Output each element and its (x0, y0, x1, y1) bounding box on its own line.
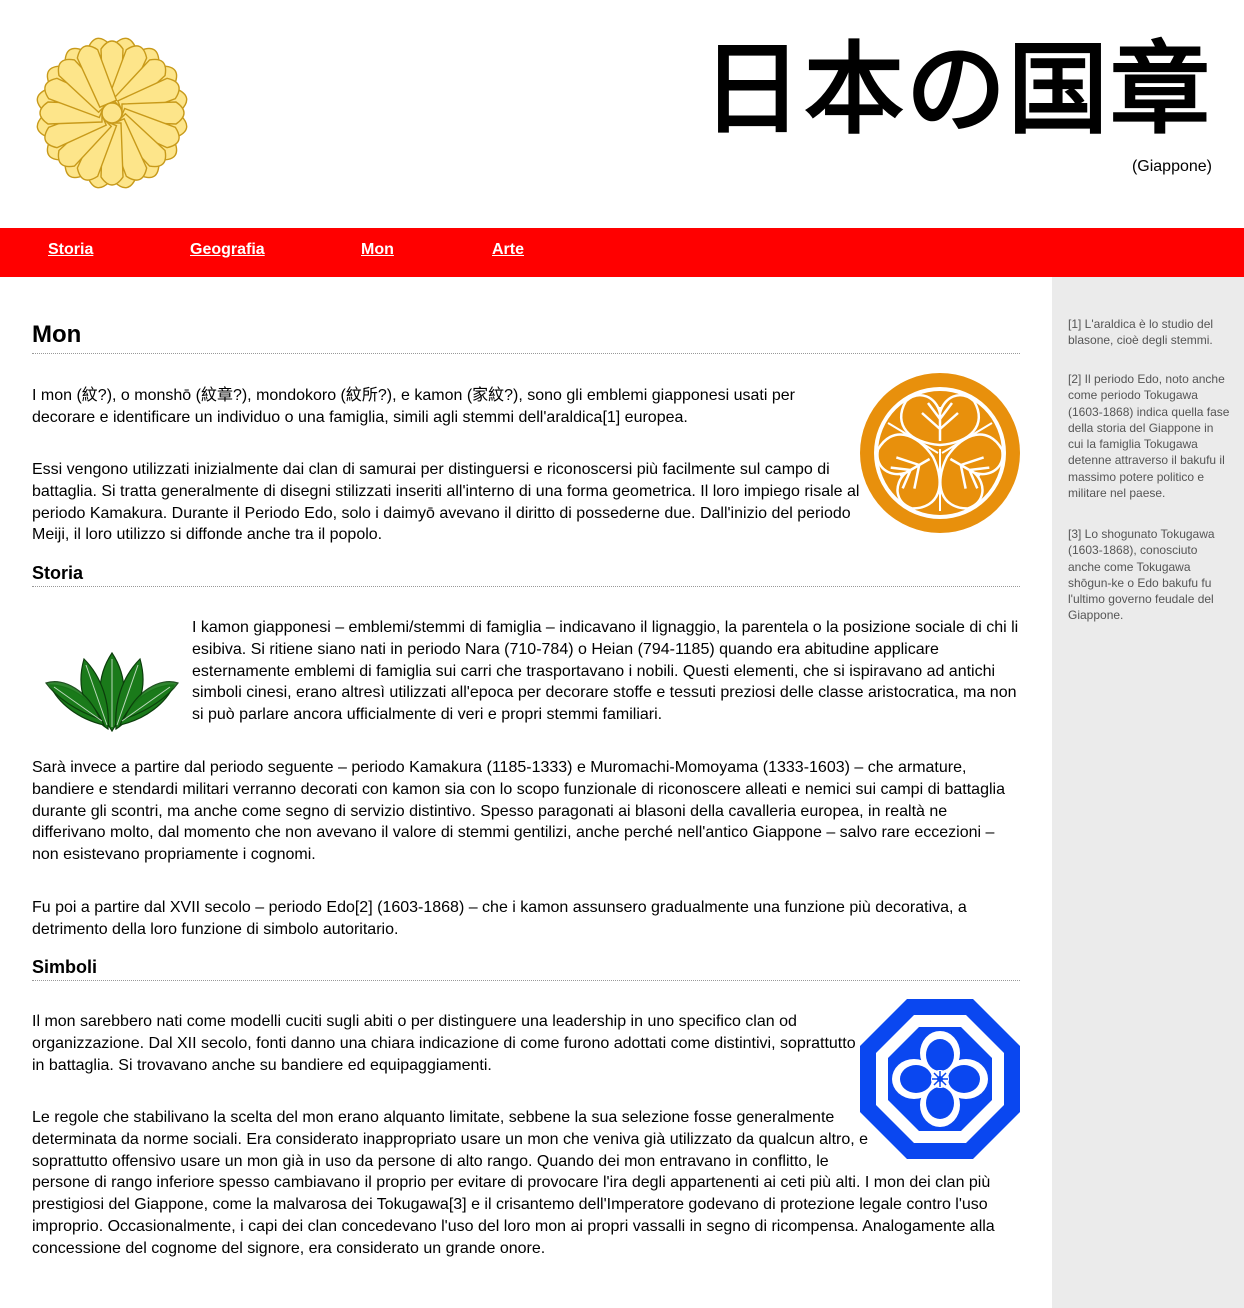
section-heading-simboli: Simboli (32, 957, 1020, 981)
storia-paragraph-2: Sarà invece a partire dal periodo seguen… (32, 759, 1005, 864)
nav-link-arte[interactable]: Arte (492, 241, 524, 259)
intro-paragraph-1: I mon (紋?), o monshō (紋章?), mondokoro (紋… (32, 387, 795, 426)
tokugawa-hollyhock-mon-icon (860, 373, 1020, 533)
simboli-paragraph-2: Le regole che stabilivano la scelta del … (32, 1107, 1020, 1260)
bamboo-leaves-mon-icon (45, 651, 179, 733)
footnote-2: [2] Il periodo Edo, noto anche come peri… (1068, 372, 1230, 501)
simboli-paragraph-1: Il mon sarebbero nati come modelli cucit… (32, 1013, 856, 1074)
section-title-mon: Mon (32, 321, 1020, 354)
storia-paragraph-3: Fu poi a partire dal XVII secolo – perio… (32, 899, 967, 938)
page-header: 日本の国章 (Giappone) (0, 0, 1244, 228)
nav-link-storia[interactable]: Storia (48, 241, 93, 259)
nav-link-geografia[interactable]: Geografia (190, 241, 265, 259)
footnote-3: [3] Lo shogunato Tokugawa (1603-1868), c… (1068, 527, 1215, 623)
footnotes-sidebar: [1] L'araldica è lo studio del blasone, … (1052, 277, 1244, 1308)
page-subtitle: (Giappone) (1131, 158, 1212, 175)
intro-paragraph-2: Essi vengono utilizzati inizialmente dai… (32, 461, 860, 544)
section-heading-storia: Storia (32, 563, 1020, 587)
storia-paragraph-1: I kamon giapponesi – emblemi/stemmi di f… (192, 619, 1019, 724)
footnote-1: [1] L'araldica è lo studio del blasone, … (1068, 317, 1214, 348)
chrysanthemum-seal-icon (36, 37, 188, 189)
page-title-japanese: 日本の国章 (702, 31, 1212, 148)
nav-link-mon[interactable]: Mon (361, 241, 394, 259)
simboli-paragraph-2-text: Le regole che stabilivano la scelta del … (32, 1109, 995, 1257)
main-navbar: Storia Geografia Mon Arte (0, 228, 1244, 277)
